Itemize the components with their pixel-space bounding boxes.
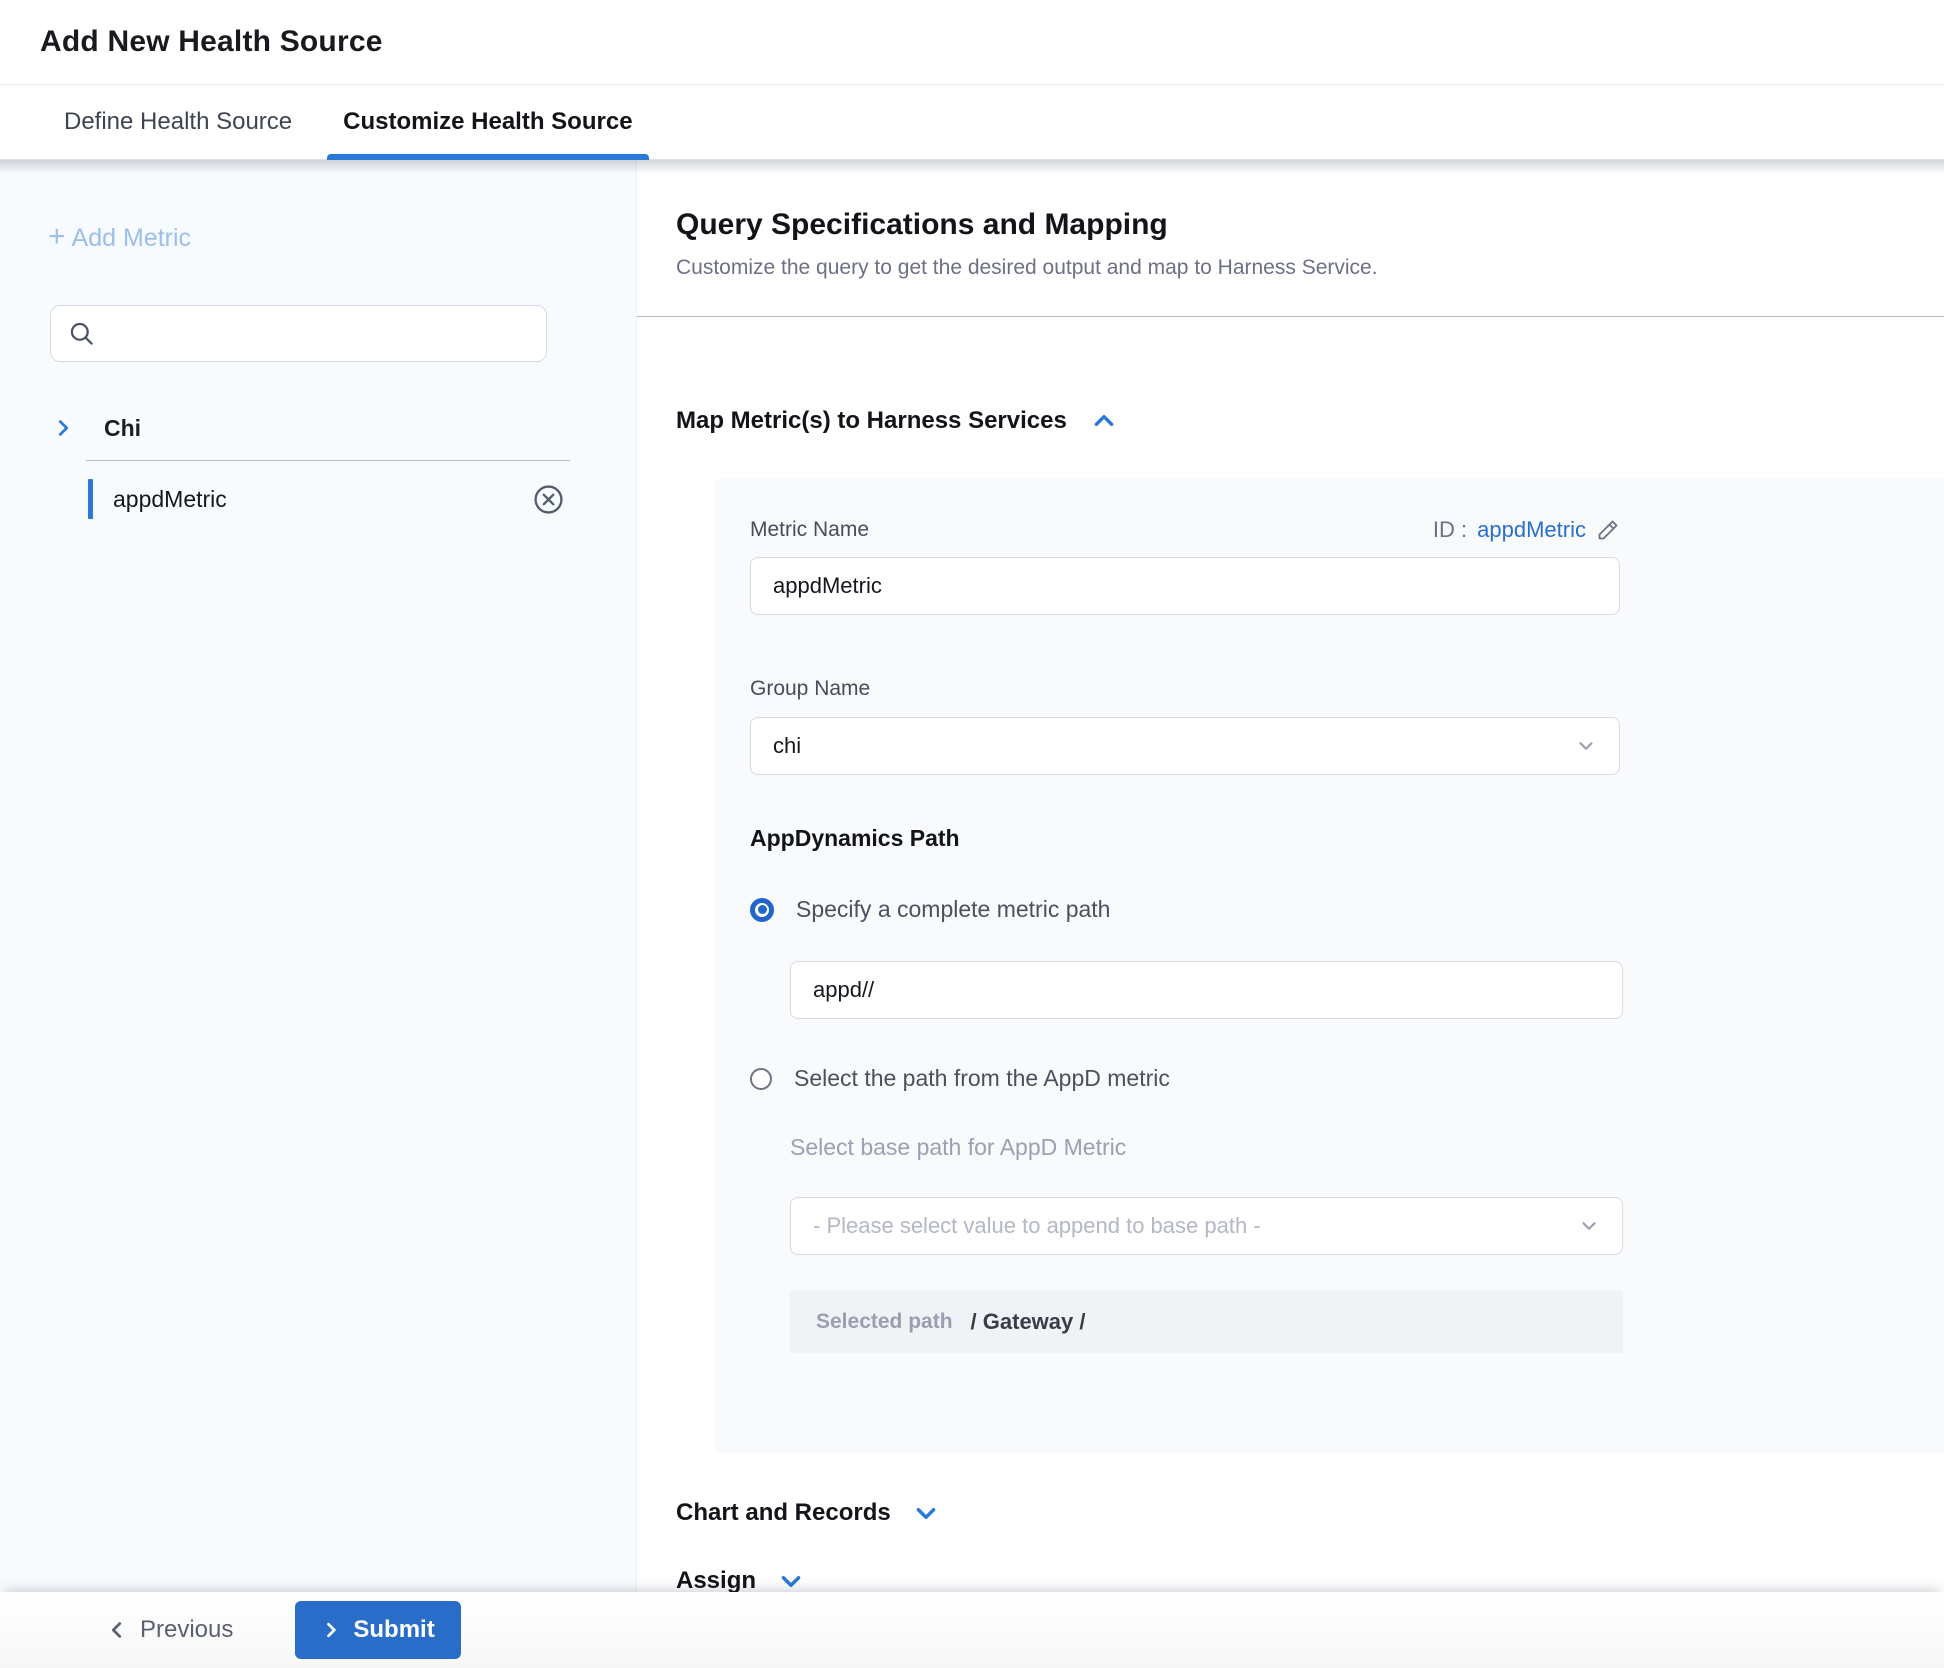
- assign-title: Assign: [676, 1567, 756, 1592]
- selected-path-bar: Selected path / Gateway /: [790, 1291, 1623, 1353]
- assign-section-header[interactable]: Assign: [676, 1567, 804, 1592]
- radio-label: Specify a complete metric path: [796, 896, 1110, 923]
- delete-metric-icon[interactable]: [533, 484, 564, 515]
- search-input[interactable]: [50, 305, 547, 362]
- radio-label: Select the path from the AppD metric: [794, 1065, 1170, 1092]
- metric-name-input[interactable]: [750, 557, 1620, 615]
- tree-group-label: Chi: [104, 415, 141, 442]
- tree-item-appdmetric[interactable]: appdMetric: [0, 461, 636, 537]
- radio-selected-icon[interactable]: [750, 898, 774, 922]
- metric-name-label: Metric Name: [750, 518, 869, 542]
- group-name-label: Group Name: [750, 677, 1944, 701]
- previous-label: Previous: [140, 1616, 233, 1644]
- metric-name-header-row: Metric Name ID : appdMetric: [750, 517, 1620, 543]
- metric-search: [50, 305, 547, 362]
- selected-path-label: Selected path: [816, 1310, 953, 1334]
- tab-customize-health-source[interactable]: Customize Health Source: [341, 85, 634, 159]
- selected-path-value: / Gateway /: [971, 1309, 1086, 1335]
- metric-tree: Chi appdMetric: [0, 406, 636, 537]
- base-path-label: Select base path for AppD Metric: [790, 1134, 1944, 1161]
- chart-and-records-title: Chart and Records: [676, 1499, 891, 1527]
- chevron-left-icon: [106, 1619, 128, 1641]
- modal-header: Add New Health Source: [0, 0, 1944, 85]
- plus-icon: +: [48, 222, 66, 252]
- radio-unselected-icon[interactable]: [750, 1068, 772, 1090]
- tab-label: Customize Health Source: [343, 108, 632, 136]
- add-metric-button[interactable]: + Add Metric: [48, 224, 191, 253]
- radio-complete-metric-path[interactable]: Specify a complete metric path: [750, 896, 1110, 923]
- selected-indicator-bar: [88, 479, 93, 519]
- tab-bar: Define Health Source Customize Health So…: [0, 85, 1944, 160]
- metrics-sidebar: + Add Metric Chi appdMetric: [0, 160, 637, 1592]
- chevron-up-icon[interactable]: [1091, 408, 1117, 434]
- map-metrics-section-header[interactable]: Map Metric(s) to Harness Services: [676, 407, 1117, 435]
- metric-id: ID : appdMetric: [1433, 517, 1620, 543]
- divider: [637, 316, 1944, 317]
- group-name-value: chi: [773, 733, 1575, 759]
- chevron-down-icon[interactable]: [778, 1568, 804, 1592]
- tree-item-label: appdMetric: [113, 486, 227, 513]
- chevron-down-icon: [1578, 1215, 1600, 1237]
- tab-label: Define Health Source: [64, 108, 292, 136]
- complete-metric-path-input[interactable]: [790, 961, 1623, 1019]
- appdynamics-path-heading: AppDynamics Path: [750, 825, 1944, 852]
- section-title: Query Specifications and Mapping: [676, 208, 1944, 242]
- map-metrics-form: Metric Name ID : appdMetric Group Name c…: [715, 479, 1944, 1453]
- search-icon: [68, 320, 95, 347]
- submit-button[interactable]: Submit: [295, 1601, 460, 1659]
- tree-group-chi[interactable]: Chi: [0, 406, 636, 450]
- base-path-select[interactable]: - Please select value to append to base …: [790, 1197, 1623, 1255]
- id-prefix-label: ID :: [1433, 517, 1467, 543]
- chevron-down-icon[interactable]: [913, 1500, 939, 1526]
- submit-label: Submit: [353, 1616, 434, 1644]
- edit-pencil-icon[interactable]: [1596, 518, 1620, 542]
- page-title: Add New Health Source: [40, 25, 383, 59]
- chevron-down-icon: [1575, 735, 1597, 757]
- tab-define-health-source[interactable]: Define Health Source: [62, 85, 294, 159]
- footer-bar: Previous Submit: [0, 1592, 1944, 1668]
- content-area: + Add Metric Chi appdMetric: [0, 160, 1944, 1592]
- section-subtitle: Customize the query to get the desired o…: [676, 256, 1944, 280]
- radio-select-appd-path[interactable]: Select the path from the AppD metric: [750, 1065, 1170, 1092]
- chevron-right-icon: [321, 1620, 341, 1640]
- chart-and-records-section-header[interactable]: Chart and Records: [676, 1499, 939, 1527]
- map-metrics-title: Map Metric(s) to Harness Services: [676, 407, 1067, 435]
- previous-button[interactable]: Previous: [100, 1615, 239, 1645]
- chevron-right-icon: [52, 417, 74, 439]
- base-path-placeholder: - Please select value to append to base …: [813, 1213, 1578, 1239]
- query-spec-panel: Query Specifications and Mapping Customi…: [637, 160, 1944, 1592]
- id-value-link[interactable]: appdMetric: [1477, 517, 1586, 543]
- add-metric-label: Add Metric: [72, 224, 191, 253]
- group-name-select[interactable]: chi: [750, 717, 1620, 775]
